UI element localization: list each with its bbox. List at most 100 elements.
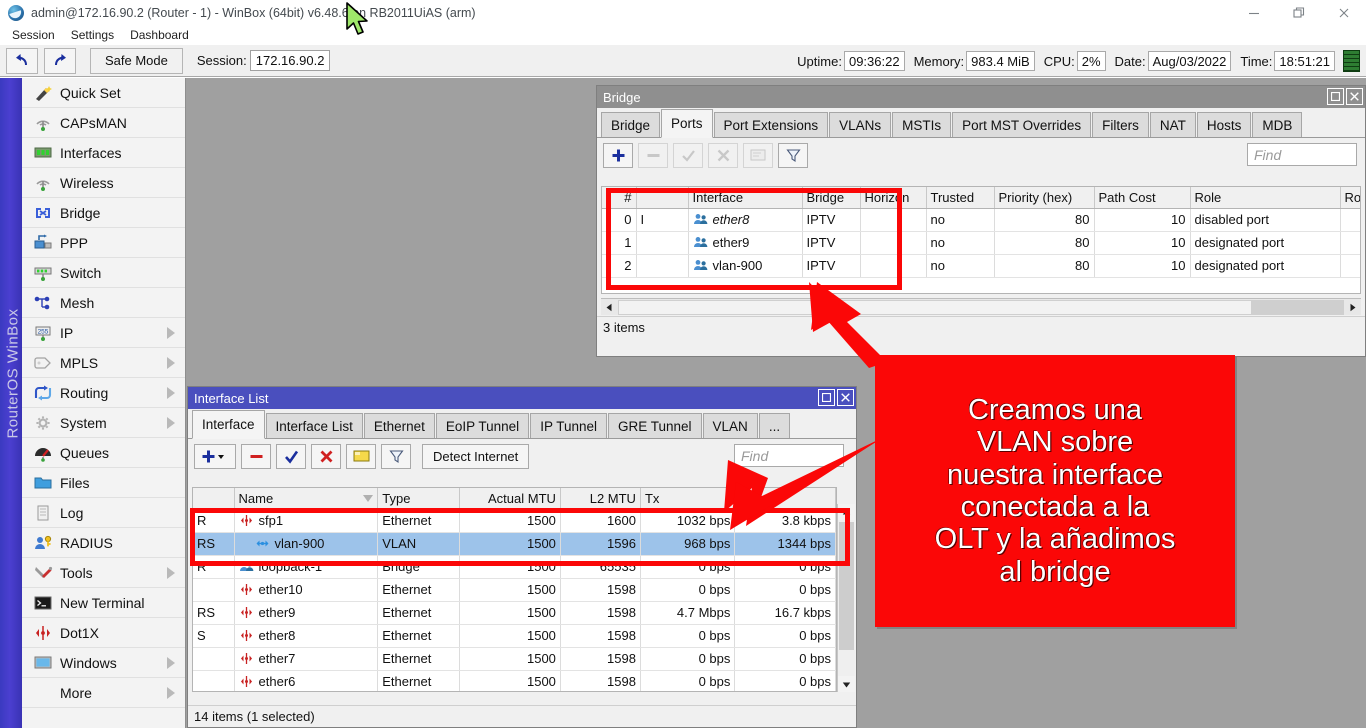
- bridge-hscroll-thumb[interactable]: [1251, 300, 1343, 315]
- bridge-close-button[interactable]: [1346, 88, 1363, 105]
- tab-port-extensions[interactable]: Port Extensions: [714, 112, 829, 137]
- sidebar-item-new-terminal[interactable]: New Terminal: [22, 588, 185, 618]
- tab-interface-list[interactable]: Interface List: [266, 413, 363, 438]
- tab-gre-tunnel[interactable]: GRE Tunnel: [608, 413, 702, 438]
- add-plus-dropdown-icon[interactable]: [194, 444, 236, 469]
- table-row[interactable]: 0 I ether8 IPTV no 80 10 d: [602, 208, 1361, 231]
- iface-col-type[interactable]: Type: [378, 488, 460, 509]
- sidebar-item-wireless[interactable]: Wireless: [22, 168, 185, 198]
- tab-mdb[interactable]: MDB: [1252, 112, 1302, 137]
- sidebar-item-files[interactable]: Files: [22, 468, 185, 498]
- comment-icon[interactable]: [743, 143, 773, 168]
- table-row[interactable]: R sfp1 Ethernet 1500 1600 1032 bps 3.8 k…: [193, 509, 836, 532]
- sidebar-item-ip[interactable]: 255 IP: [22, 318, 185, 348]
- table-row[interactable]: 2 vlan-900 IPTV no 80 10: [602, 254, 1361, 277]
- tab-interface[interactable]: Interface: [192, 410, 265, 439]
- session-value[interactable]: 172.16.90.2: [250, 50, 331, 71]
- bridge-col-horizon[interactable]: Horizon: [860, 187, 926, 208]
- interface-find-input[interactable]: Find: [734, 444, 844, 467]
- bridge-window-titlebar[interactable]: Bridge: [597, 86, 1365, 108]
- bridge-col-role[interactable]: Role: [1190, 187, 1340, 208]
- sidebar-item-more[interactable]: More: [22, 678, 185, 708]
- iface-col-actual-mtu[interactable]: Actual MTU: [460, 488, 561, 509]
- safe-mode-button[interactable]: Safe Mode: [90, 48, 183, 74]
- menu-item-dashboard[interactable]: Dashboard: [122, 26, 197, 45]
- sidebar-item-routing[interactable]: Routing: [22, 378, 185, 408]
- tab-more[interactable]: ...: [759, 413, 790, 438]
- table-row[interactable]: 1 ether9 IPTV no 80 10 de: [602, 231, 1361, 254]
- interface-window-titlebar[interactable]: Interface List: [188, 387, 856, 409]
- interface-vscrollbar[interactable]: [837, 504, 854, 692]
- table-row[interactable]: ether7 Ethernet 1500 1598 0 bps 0 bps: [193, 647, 836, 670]
- bridge-col-path-cost[interactable]: Path Cost: [1094, 187, 1190, 208]
- remove-minus-icon[interactable]: [638, 143, 668, 168]
- sidebar-item-capsman[interactable]: CAPsMAN: [22, 108, 185, 138]
- minimize-button[interactable]: [1231, 0, 1276, 26]
- table-row[interactable]: RS vlan-900 VLAN 1500 1596 968 bps 1344 …: [193, 532, 836, 555]
- filter-funnel-icon[interactable]: [381, 444, 411, 469]
- table-row[interactable]: ether10 Ethernet 1500 1598 0 bps 0 bps: [193, 578, 836, 601]
- sidebar-item-system[interactable]: System: [22, 408, 185, 438]
- restore-button[interactable]: [1276, 0, 1321, 26]
- bridge-hscrollbar[interactable]: [601, 298, 1361, 315]
- menu-item-session[interactable]: Session: [4, 26, 63, 45]
- iface-col-flags[interactable]: [193, 488, 234, 509]
- tab-vlan[interactable]: VLAN: [703, 413, 758, 438]
- bridge-col-bridge[interactable]: Bridge: [802, 187, 860, 208]
- sidebar-item-log[interactable]: Log: [22, 498, 185, 528]
- enable-check-icon[interactable]: [276, 444, 306, 469]
- bridge-col-ro[interactable]: Ro: [1340, 187, 1361, 208]
- scroll-up-icon[interactable]: [838, 504, 855, 520]
- add-plus-icon[interactable]: [603, 143, 633, 168]
- disable-cross-icon[interactable]: [311, 444, 341, 469]
- bridge-hscroll-track[interactable]: [618, 300, 1344, 315]
- sidebar-item-quick-set[interactable]: Quick Set: [22, 78, 185, 108]
- enable-check-icon[interactable]: [673, 143, 703, 168]
- scroll-down-icon[interactable]: [838, 676, 855, 692]
- detect-internet-button[interactable]: Detect Internet: [422, 444, 529, 469]
- sidebar-item-dot1x[interactable]: Dot1X: [22, 618, 185, 648]
- sidebar-item-mpls[interactable]: MPLS: [22, 348, 185, 378]
- bridge-col-flags[interactable]: [636, 187, 688, 208]
- tab-hosts[interactable]: Hosts: [1197, 112, 1252, 137]
- interface-vscroll-thumb[interactable]: [839, 522, 854, 650]
- scroll-left-icon[interactable]: [601, 300, 618, 315]
- tab-ip-tunnel[interactable]: IP Tunnel: [530, 413, 607, 438]
- sidebar-item-windows[interactable]: Windows: [22, 648, 185, 678]
- tab-filters[interactable]: Filters: [1092, 112, 1149, 137]
- bridge-maximize-button[interactable]: [1327, 88, 1344, 105]
- bridge-col-trusted[interactable]: Trusted: [926, 187, 994, 208]
- tab-port-mst-overrides[interactable]: Port MST Overrides: [952, 112, 1091, 137]
- sidebar-item-bridge[interactable]: Bridge: [22, 198, 185, 228]
- bridge-col-priority[interactable]: Priority (hex): [994, 187, 1094, 208]
- tab-vlans[interactable]: VLANs: [829, 112, 891, 137]
- filter-funnel-icon[interactable]: [778, 143, 808, 168]
- table-row[interactable]: S ether8 Ethernet 1500 1598 0 bps 0 bps: [193, 624, 836, 647]
- sidebar-item-tools[interactable]: Tools: [22, 558, 185, 588]
- tab-bridge[interactable]: Bridge: [601, 112, 660, 137]
- iface-col-name[interactable]: Name: [234, 488, 378, 509]
- interface-close-button[interactable]: [837, 389, 854, 406]
- sidebar-item-mesh[interactable]: Mesh: [22, 288, 185, 318]
- table-row[interactable]: ether6 Ethernet 1500 1598 0 bps 0 bps: [193, 670, 836, 692]
- tab-nat[interactable]: NAT: [1150, 112, 1196, 137]
- sidebar-item-radius[interactable]: RADIUS: [22, 528, 185, 558]
- bridge-col-interface[interactable]: Interface: [688, 187, 802, 208]
- tab-mstis[interactable]: MSTIs: [892, 112, 951, 137]
- bridge-find-input[interactable]: Find: [1247, 143, 1357, 166]
- iface-col-l2-mtu[interactable]: L2 MTU: [560, 488, 640, 509]
- iface-col-tx[interactable]: Tx: [640, 488, 734, 509]
- sidebar-item-interfaces[interactable]: Interfaces: [22, 138, 185, 168]
- redo-arrow-icon[interactable]: [44, 48, 76, 74]
- undo-arrow-icon[interactable]: [6, 48, 38, 74]
- menu-item-settings[interactable]: Settings: [63, 26, 122, 45]
- disable-cross-icon[interactable]: [708, 143, 738, 168]
- table-row[interactable]: R loopback-1 Bridge 1500 65535 0 bps 0 b…: [193, 555, 836, 578]
- close-button[interactable]: [1321, 0, 1366, 26]
- sidebar-item-queues[interactable]: Queues: [22, 438, 185, 468]
- remove-minus-icon[interactable]: [241, 444, 271, 469]
- tab-ports[interactable]: Ports: [661, 109, 713, 138]
- scroll-right-icon[interactable]: [1344, 300, 1361, 315]
- table-row[interactable]: RS ether9 Ethernet 1500 1598 4.7 Mbps 16…: [193, 601, 836, 624]
- interface-maximize-button[interactable]: [818, 389, 835, 406]
